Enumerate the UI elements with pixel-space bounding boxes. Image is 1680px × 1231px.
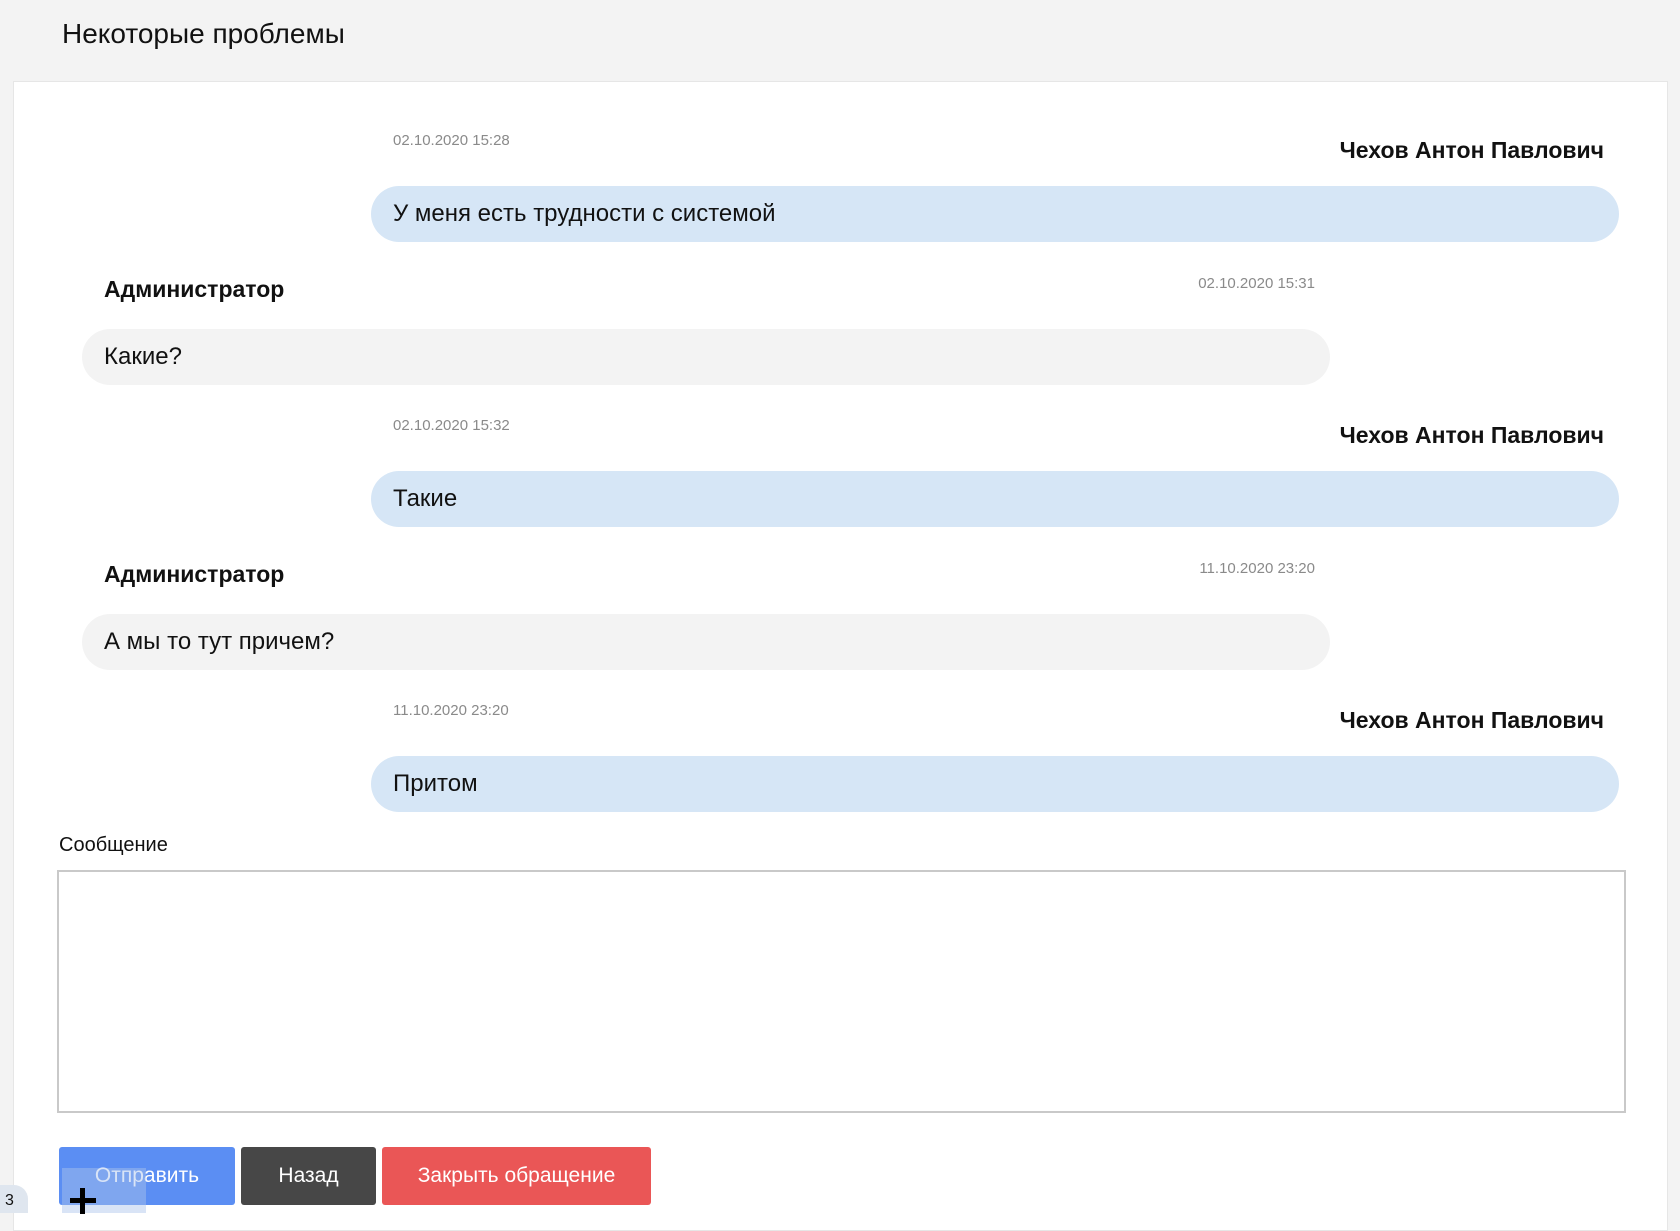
message-author: Администратор	[104, 561, 285, 587]
plus-icon[interactable]	[70, 1188, 96, 1214]
page-counter-badge: 3	[0, 1185, 28, 1213]
message-item: Администратор 02.10.2020 15:31 Какие?	[82, 275, 1330, 385]
message-meta: Администратор 11.10.2020 23:20	[82, 560, 1330, 614]
back-button[interactable]: Назад	[241, 1147, 376, 1205]
message-author: Чехов Антон Павлович	[1339, 137, 1604, 163]
close-ticket-button[interactable]: Закрыть обращение	[382, 1147, 651, 1205]
message-time: 02.10.2020 15:31	[1198, 275, 1315, 292]
message-author: Чехов Антон Павлович	[1339, 422, 1604, 448]
message-time: 02.10.2020 15:28	[393, 132, 510, 149]
page-title: Некоторые проблемы	[62, 18, 345, 49]
message-time: 11.10.2020 23:20	[393, 702, 509, 719]
message-item: 11.10.2020 23:20 Чехов Антон Павлович Пр…	[371, 702, 1619, 812]
message-textarea[interactable]	[57, 870, 1626, 1113]
message-time: 02.10.2020 15:32	[393, 417, 510, 434]
message-bubble: А мы то тут причем?	[82, 614, 1330, 670]
message-meta: 02.10.2020 15:28 Чехов Антон Павлович	[371, 132, 1619, 186]
message-bubble: У меня есть трудности с системой	[371, 186, 1619, 242]
message-time: 11.10.2020 23:20	[1199, 560, 1315, 577]
message-meta: 02.10.2020 15:32 Чехов Антон Павлович	[371, 417, 1619, 471]
message-bubble: Притом	[371, 756, 1619, 812]
message-item: 02.10.2020 15:28 Чехов Антон Павлович У …	[371, 132, 1619, 242]
message-bubble: Какие?	[82, 329, 1330, 385]
message-meta: 11.10.2020 23:20 Чехов Антон Павлович	[371, 702, 1619, 756]
message-author: Администратор	[104, 276, 285, 302]
ticket-card: 02.10.2020 15:28 Чехов Антон Павлович У …	[13, 81, 1668, 1231]
message-item: 02.10.2020 15:32 Чехов Антон Павлович Та…	[371, 417, 1619, 527]
message-author: Чехов Антон Павлович	[1339, 707, 1604, 733]
message-field-label: Сообщение	[59, 834, 168, 856]
message-bubble: Такие	[371, 471, 1619, 527]
message-meta: Администратор 02.10.2020 15:31	[82, 275, 1330, 329]
message-item: Администратор 11.10.2020 23:20 А мы то т…	[82, 560, 1330, 670]
